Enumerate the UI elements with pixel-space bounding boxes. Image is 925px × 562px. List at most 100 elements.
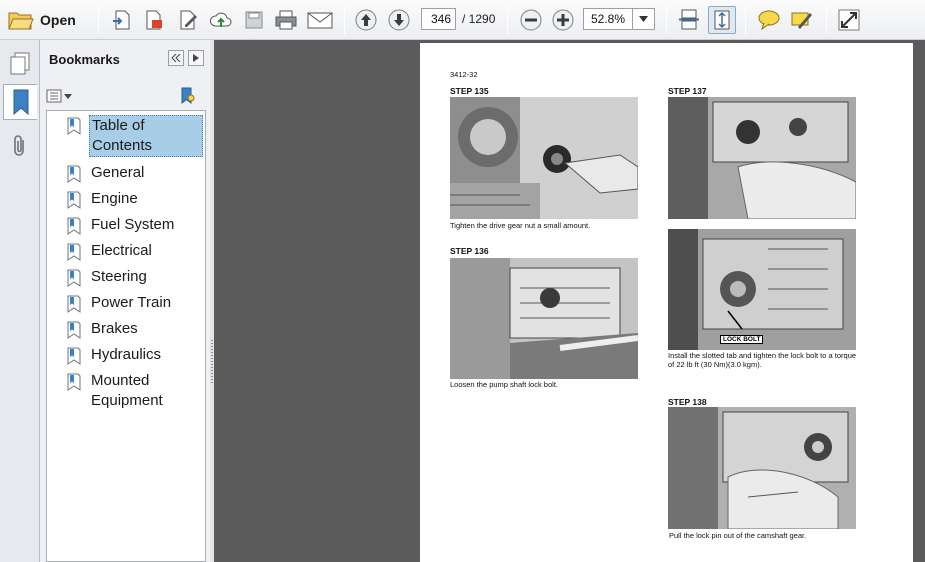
bookmark-label: Engine (91, 190, 138, 207)
toolbar-separator (344, 6, 345, 34)
bookmark-label: Hydraulics (91, 346, 162, 363)
chevron-down-icon (64, 93, 72, 99)
attachments-button[interactable] (3, 128, 37, 164)
double-chevron-left-icon (171, 54, 181, 62)
step-138-photo (668, 407, 856, 529)
bookmark-icon (67, 373, 81, 391)
toolbar-separator (507, 6, 508, 34)
printer-icon (275, 10, 297, 30)
bookmark-item[interactable]: Power Train (67, 293, 203, 313)
bookmark-label: Electrical (91, 242, 152, 259)
combine-files-button[interactable] (142, 6, 166, 34)
page-thumbnails-icon (10, 52, 30, 75)
expand-icon (838, 9, 860, 31)
bookmark-icon (67, 347, 81, 365)
pdf-page: 3412-32 STEP 135 Tighten the drive gear … (420, 43, 913, 562)
create-pdf-button[interactable] (110, 6, 134, 34)
bookmark-icon (67, 191, 81, 209)
bookmark-label: Steering (91, 268, 147, 285)
scroll-pages-icon (679, 9, 699, 30)
bookmark-label: Mounted Equipment (91, 372, 163, 409)
folder-open-icon (8, 12, 34, 30)
page-thumbnails-button[interactable] (3, 46, 37, 82)
floppy-disk-icon (245, 11, 263, 29)
step-135-caption: Tighten the drive gear nut a small amoun… (450, 221, 591, 230)
open-button[interactable]: Open (8, 6, 76, 34)
bookmark-item[interactable]: Engine (67, 189, 203, 209)
full-screen-button[interactable] (836, 6, 862, 34)
bookmark-icon (67, 321, 81, 339)
bookmark-icon (67, 217, 81, 235)
splitter-grip[interactable] (211, 340, 213, 385)
bookmark-item[interactable]: Fuel System (67, 215, 203, 235)
toolbar-separator (666, 6, 667, 34)
bookmarks-tab-button[interactable] (3, 84, 37, 120)
scrolling-mode-button[interactable] (676, 6, 702, 34)
step-137-photo-top (668, 97, 856, 219)
previous-page-button[interactable] (353, 6, 379, 34)
navigation-rail (0, 40, 40, 562)
fit-page-icon (714, 10, 730, 30)
bookmark-options-button[interactable] (46, 86, 72, 106)
zoom-in-button[interactable] (550, 6, 576, 34)
save-button[interactable] (242, 6, 266, 34)
bookmark-item[interactable]: Table of Contents (67, 115, 203, 157)
camshaft-photo-image (668, 407, 856, 529)
email-button[interactable] (306, 6, 334, 34)
page-number-input[interactable] (421, 8, 456, 30)
toolbar-separator (745, 6, 746, 34)
arrow-down-circle-icon (388, 9, 410, 31)
step-137-title: STEP 137 (668, 86, 707, 96)
next-page-button[interactable] (386, 6, 412, 34)
step-137-photo-bottom: LOCK BOLT (668, 229, 856, 350)
step-138-caption: Pull the lock pin out of the camshaft ge… (669, 531, 807, 540)
bookmark-ribbon-icon (13, 89, 28, 115)
plus-circle-icon (552, 9, 574, 31)
bookmark-item[interactable]: General (67, 163, 203, 183)
highlight-button[interactable] (789, 6, 815, 34)
step-135-title: STEP 135 (450, 86, 489, 96)
toolbar-separator (98, 6, 99, 34)
bookmarks-panel: Bookmarks Table of Contents General Engine… (40, 40, 210, 562)
paperclip-icon (14, 135, 24, 156)
pdf-files-icon (146, 10, 162, 30)
bookmark-item[interactable]: Steering (67, 267, 203, 287)
print-button[interactable] (273, 6, 299, 34)
zoom-level-input[interactable] (583, 8, 633, 30)
chevron-down-icon (639, 16, 648, 22)
open-label: Open (40, 12, 76, 28)
hand-photo-image (668, 97, 856, 219)
step-138-title: STEP 138 (668, 397, 707, 407)
bookmark-label: Table of Contents (89, 115, 203, 157)
zoom-out-button[interactable] (518, 6, 544, 34)
comment-button[interactable] (756, 6, 782, 34)
bookmark-label: Power Train (91, 294, 172, 311)
bookmark-icon (67, 269, 81, 287)
expand-panel-button[interactable] (188, 50, 204, 66)
collapse-panel-button[interactable] (168, 50, 184, 66)
bookmark-find-icon (181, 87, 195, 105)
cloud-upload-icon (209, 12, 232, 27)
edit-button[interactable] (176, 6, 200, 34)
highlighter-icon (791, 12, 812, 29)
page-reference: 3412-32 (450, 70, 478, 79)
pump-photo-image (450, 258, 638, 379)
fit-page-button[interactable] (708, 6, 736, 34)
engine-photo-image (450, 97, 638, 219)
find-bookmark-button[interactable] (179, 86, 197, 106)
step-136-photo (450, 258, 638, 379)
options-list-icon (46, 89, 62, 103)
envelope-icon (307, 12, 333, 29)
bookmark-item[interactable]: Brakes (67, 319, 203, 339)
bookmark-item[interactable]: Electrical (67, 241, 203, 261)
step-137-caption: Install the slotted tab and tighten the … (668, 351, 857, 369)
zoom-dropdown-button[interactable] (633, 8, 655, 30)
bookmarks-tree: Table of Contents General Engine Fuel Syste… (46, 110, 206, 562)
bookmark-item[interactable]: Hydraulics (67, 345, 203, 365)
bookmark-item[interactable]: Mounted Equipment (67, 371, 203, 411)
upload-button[interactable] (208, 6, 234, 34)
lock-bolt-photo-image (668, 229, 856, 350)
document-arrow-icon (113, 10, 130, 30)
step-135-photo (450, 97, 638, 219)
bookmark-label: General (91, 164, 145, 181)
